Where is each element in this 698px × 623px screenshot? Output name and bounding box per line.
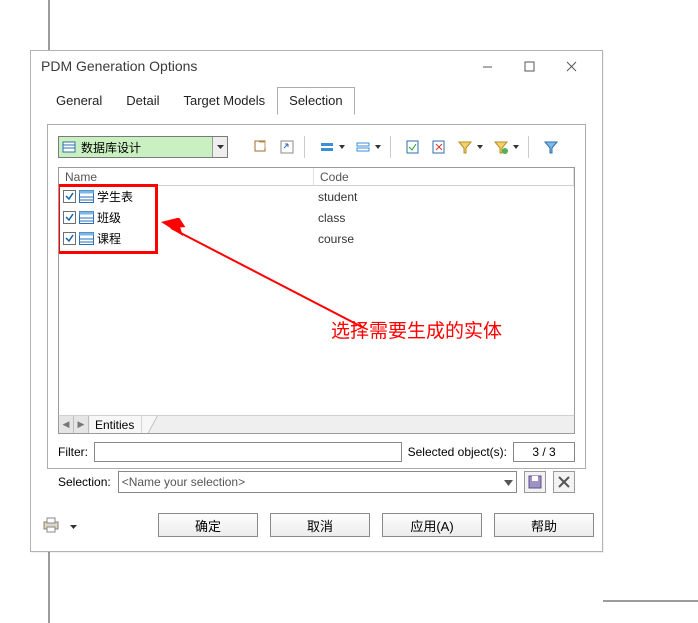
scroll-tab-right-icon[interactable]: ▶ [74, 416, 89, 433]
table-row[interactable]: 课程 course [59, 228, 574, 249]
customize-columns-button[interactable] [540, 136, 562, 158]
toolbar: 数据库设计 [58, 133, 575, 161]
chevron-down-icon[interactable] [504, 475, 513, 489]
close-button[interactable] [550, 54, 592, 78]
table-icon [79, 232, 94, 245]
scroll-tab-left-icon[interactable]: ◀ [59, 416, 74, 433]
grid-footer: ◀ ▶ Entities [58, 415, 575, 434]
row-code: course [314, 232, 574, 246]
row-code: student [314, 190, 574, 204]
apply-button[interactable]: 应用(A) [382, 513, 482, 537]
select-unchecked-button[interactable] [428, 136, 450, 158]
selected-objects-label: Selected object(s): [408, 445, 507, 459]
table-row[interactable]: 班级 class [59, 207, 574, 228]
print-icon[interactable] [39, 514, 63, 536]
ok-button[interactable]: 确定 [158, 513, 258, 537]
maximize-button[interactable] [508, 54, 550, 78]
tab-detail[interactable]: Detail [114, 87, 171, 115]
chevron-down-icon[interactable] [212, 137, 227, 157]
selection-label: Selection: [58, 475, 111, 489]
advanced-filter-button[interactable] [490, 136, 512, 158]
selection-combo[interactable]: <Name your selection> [118, 471, 517, 493]
selected-count: 3 / 3 [513, 442, 575, 462]
grid-header: Name Code [59, 168, 574, 186]
annotation-text: 选择需要生成的实体 [331, 316, 502, 343]
select-all-button[interactable] [316, 136, 338, 158]
select-checked-button[interactable] [402, 136, 424, 158]
tab-selection[interactable]: Selection [277, 87, 354, 115]
checkbox[interactable] [63, 232, 76, 245]
row-name: 学生表 [97, 188, 133, 205]
help-button[interactable]: 帮助 [494, 513, 594, 537]
model-name: 数据库设计 [79, 139, 212, 156]
save-selection-button[interactable] [524, 471, 546, 493]
model-selector[interactable]: 数据库设计 [58, 136, 228, 158]
model-icon [61, 139, 77, 155]
tab-panel-selection: 数据库设计 [47, 124, 586, 469]
cancel-button[interactable]: 取消 [270, 513, 370, 537]
grid-tab-entities[interactable]: Entities [90, 416, 142, 433]
chevron-down-icon[interactable] [70, 518, 77, 532]
filter-button[interactable] [454, 136, 476, 158]
filter-label: Filter: [58, 445, 88, 459]
bottom-bar: 确定 取消 应用(A) 帮助 [39, 511, 594, 539]
row-code: class [314, 211, 574, 225]
tab-general[interactable]: General [44, 87, 114, 115]
window-title: PDM Generation Options [41, 58, 466, 74]
minimize-button[interactable] [466, 54, 508, 78]
tab-bar: General Detail Target Models Selection [31, 81, 602, 115]
filter-input[interactable] [94, 442, 402, 462]
dialog-window: PDM Generation Options General Detail Ta… [30, 50, 603, 552]
col-header-code[interactable]: Code [314, 168, 574, 185]
checkbox[interactable] [63, 211, 76, 224]
table-row[interactable]: 学生表 student [59, 186, 574, 207]
col-header-name[interactable]: Name [59, 168, 314, 185]
row-name: 班级 [97, 209, 121, 226]
checkbox[interactable] [63, 190, 76, 203]
include-subpackages-button[interactable] [250, 136, 272, 158]
table-icon [79, 190, 94, 203]
tab-target-models[interactable]: Target Models [172, 87, 278, 115]
selection-placeholder: <Name your selection> [122, 475, 504, 489]
titlebar: PDM Generation Options [31, 51, 602, 81]
row-name: 课程 [97, 230, 121, 247]
deselect-all-button[interactable] [352, 136, 374, 158]
delete-selection-button[interactable] [553, 471, 575, 493]
include-shortcuts-button[interactable] [276, 136, 298, 158]
table-icon [79, 211, 94, 224]
entities-grid[interactable]: Name Code 学生表 student 班级 [58, 167, 575, 415]
grid-body: 学生表 student 班级 class 课程 [59, 186, 574, 249]
